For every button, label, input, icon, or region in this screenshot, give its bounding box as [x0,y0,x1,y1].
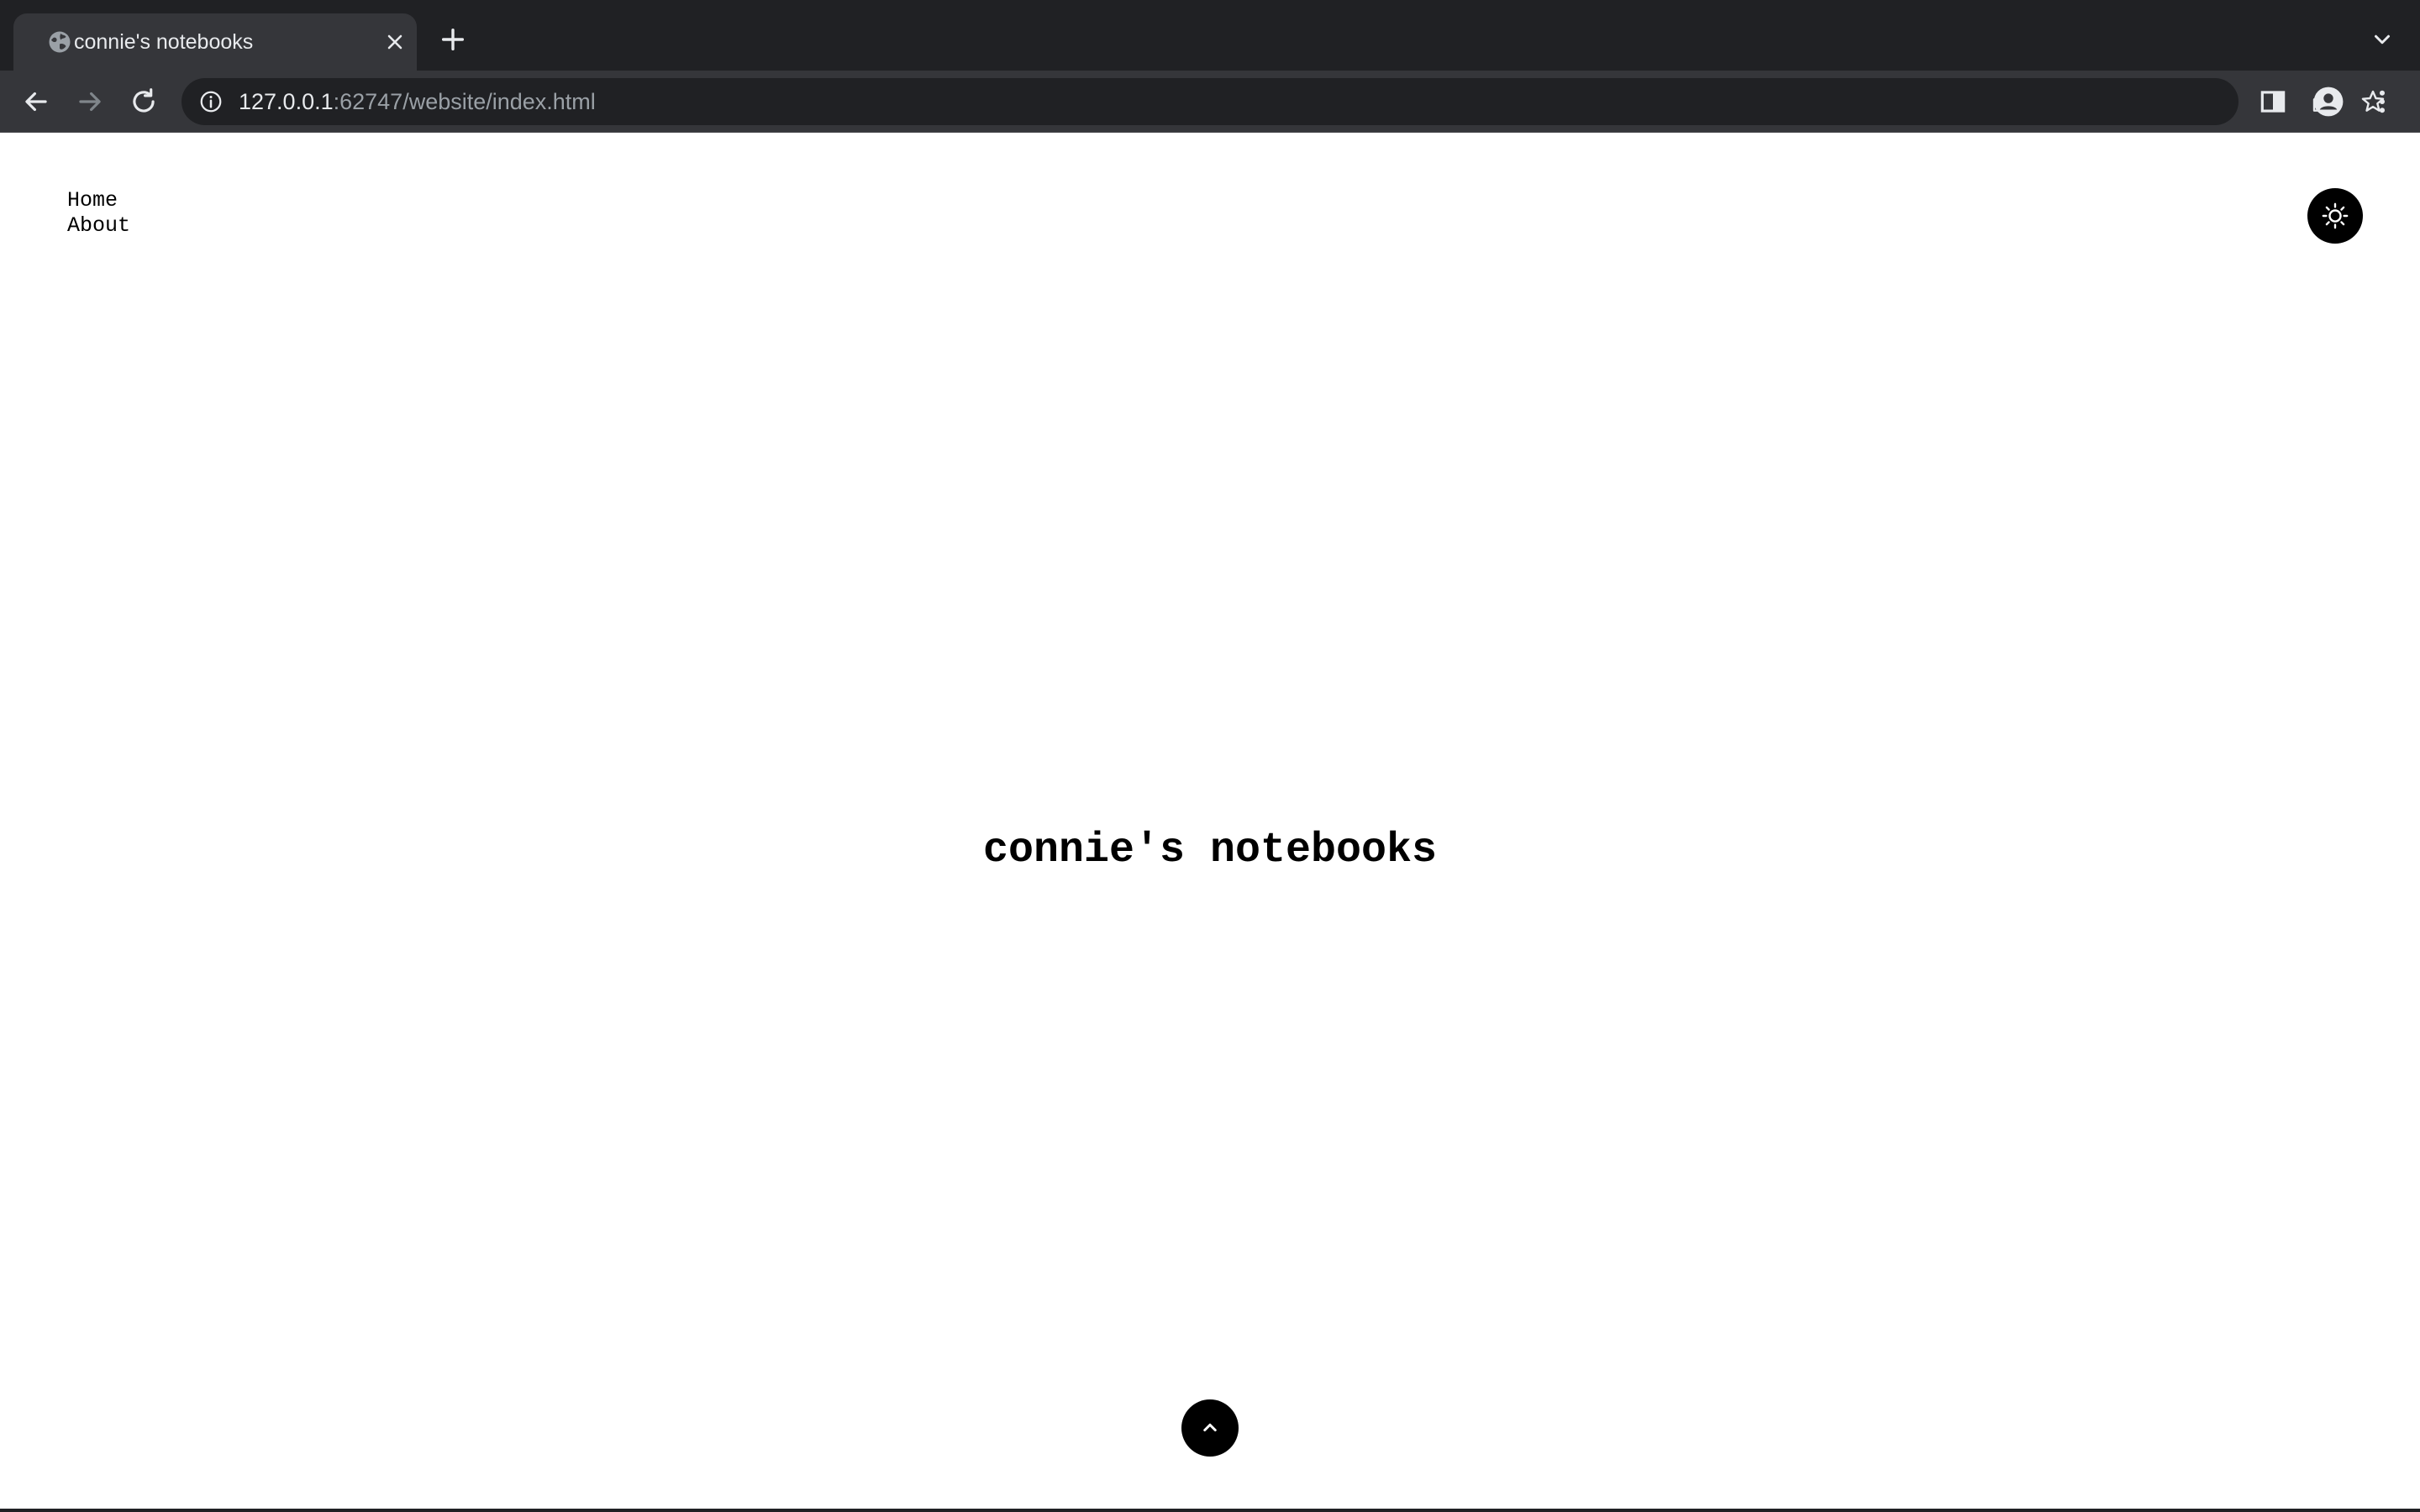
url-path: :62747/website/index.html [333,89,596,114]
tab-title: connie's notebooks [74,30,254,54]
chevron-down-icon[interactable] [2370,27,2395,52]
tab-strip: connie's notebooks [0,0,2420,71]
page-viewport: Home About connie's notebooks [0,133,2420,1510]
profile-icon[interactable] [2312,86,2344,118]
kebab-menu-icon[interactable] [2366,86,2398,118]
url-host: 127.0.0.1 [239,89,334,114]
url-text: 127.0.0.1:62747/website/index.html [239,78,596,125]
info-icon[interactable] [198,89,224,114]
address-bar[interactable]: 127.0.0.1:62747/website/index.html [182,78,2385,125]
nav-link-home[interactable]: Home [67,188,130,213]
browser-toolbar: 127.0.0.1:62747/website/index.html [0,71,2420,133]
close-icon[interactable] [383,30,407,54]
side-panel-icon[interactable] [2257,86,2289,118]
globe-icon [47,29,72,55]
nav-link-about[interactable]: About [67,213,130,239]
browser-tab[interactable]: connie's notebooks [13,13,417,71]
site-nav: Home About [67,188,130,239]
page-title: connie's notebooks [982,827,1438,874]
arrow-right-icon[interactable] [74,86,106,118]
chevron-up-icon [1197,1415,1223,1441]
sun-icon [2321,202,2349,230]
window-bottom-edge [0,1509,2420,1512]
plus-icon[interactable] [439,25,467,54]
arrow-left-icon[interactable] [20,86,52,118]
scroll-to-top-button[interactable] [1181,1399,1239,1457]
theme-toggle-button[interactable] [2307,188,2363,244]
reload-icon[interactable] [128,86,160,118]
